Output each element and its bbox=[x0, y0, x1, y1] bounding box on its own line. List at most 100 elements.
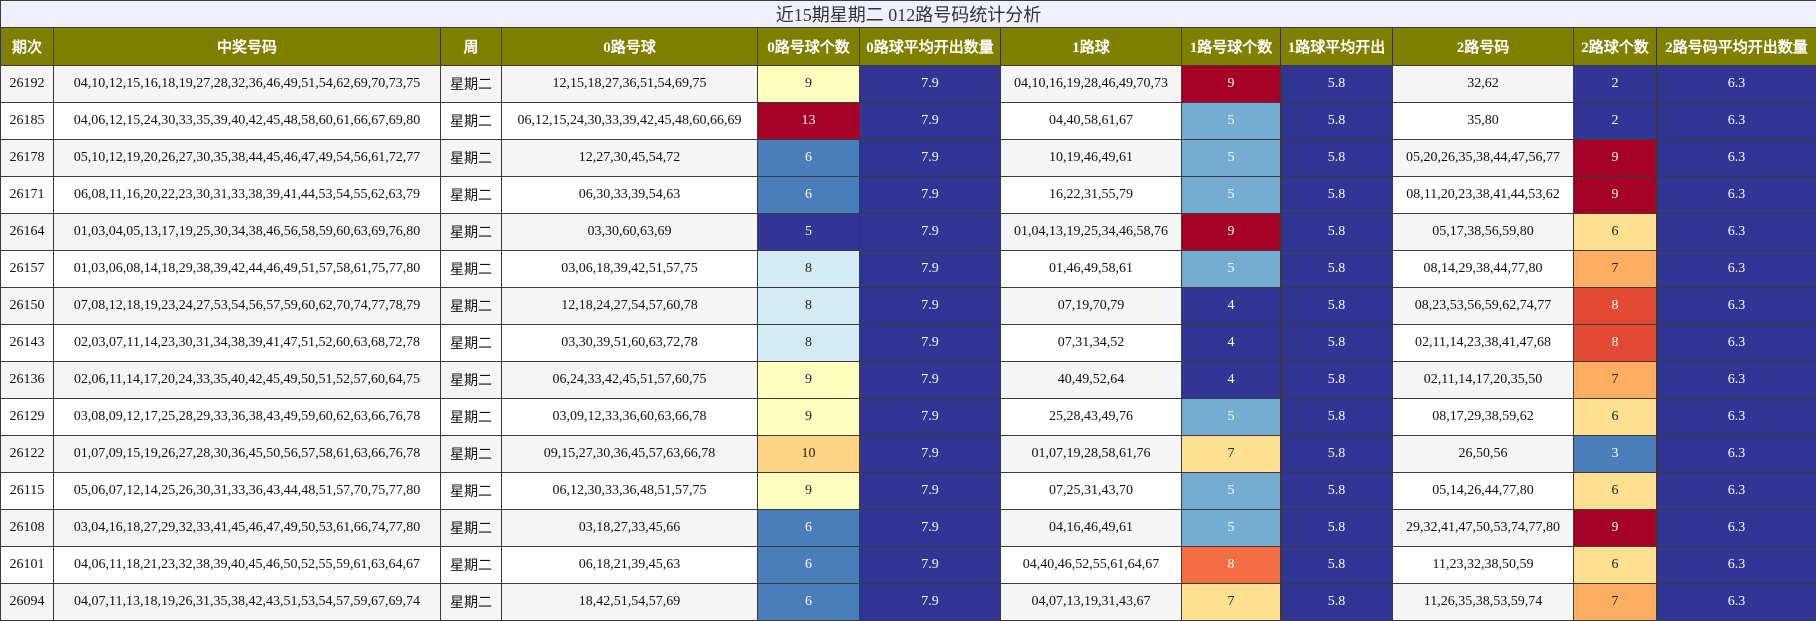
cell-route2-count: 2 bbox=[1573, 102, 1657, 140]
table-row: 26164 01,03,04,05,13,17,19,25,30,34,38,46… bbox=[0, 213, 1816, 251]
cell-route2-balls: 11,23,32,38,50,59 bbox=[1392, 546, 1574, 584]
cell-route1-avg: 5.8 bbox=[1280, 65, 1393, 103]
cell-issue: 26108 bbox=[0, 509, 54, 547]
cell-route2-avg: 6.3 bbox=[1655, 398, 1816, 436]
cell-numbers: 01,07,09,15,19,26,27,28,30,36,45,50,56,5… bbox=[53, 435, 441, 473]
cell-route2-avg: 6.3 bbox=[1655, 176, 1816, 214]
table-wrapper: 近15期星期二 012路号码统计分析 期次 中奖号码 周 0路号球 0路号球个数… bbox=[0, 0, 1816, 621]
cell-issue: 26094 bbox=[0, 583, 54, 621]
table-row: 26101 04,06,11,18,21,23,32,38,39,40,45,46… bbox=[0, 546, 1816, 584]
cell-issue: 26178 bbox=[0, 139, 54, 177]
cell-route2-count: 9 bbox=[1573, 139, 1657, 177]
cell-route2-balls: 02,11,14,23,38,41,47,68 bbox=[1392, 324, 1574, 362]
cell-route0-count: 9 bbox=[757, 472, 860, 510]
cell-numbers: 03,08,09,12,17,25,28,29,33,36,38,43,49,5… bbox=[53, 398, 441, 436]
cell-route2-count: 8 bbox=[1573, 324, 1657, 362]
table-row: 26115 05,06,07,12,14,25,26,30,31,33,36,43… bbox=[0, 472, 1816, 510]
cell-route1-avg: 5.8 bbox=[1280, 509, 1393, 547]
cell-route2-balls: 11,26,35,38,53,59,74 bbox=[1392, 583, 1574, 621]
cell-issue: 26157 bbox=[0, 250, 54, 288]
cell-issue: 26150 bbox=[0, 287, 54, 325]
cell-route1-avg: 5.8 bbox=[1280, 176, 1393, 214]
cell-route2-avg: 6.3 bbox=[1655, 546, 1816, 584]
cell-week: 星期二 bbox=[440, 324, 502, 362]
cell-route1-balls: 07,25,31,43,70 bbox=[1000, 472, 1182, 510]
table-row: 26136 02,06,11,14,17,20,24,33,35,40,42,45… bbox=[0, 361, 1816, 399]
cell-route0-avg: 7.9 bbox=[859, 287, 1001, 325]
header-row: 期次 中奖号码 周 0路号球 0路号球个数 0路球平均开出数量 1路球 1路号球… bbox=[0, 27, 1816, 66]
cell-route1-avg: 5.8 bbox=[1280, 398, 1393, 436]
cell-route0-balls: 06,12,30,33,36,48,51,57,75 bbox=[501, 472, 758, 510]
cell-route0-avg: 7.9 bbox=[859, 102, 1001, 140]
cell-route0-count: 6 bbox=[757, 509, 860, 547]
cell-week: 星期二 bbox=[440, 176, 502, 214]
cell-route2-count: 8 bbox=[1573, 287, 1657, 325]
cell-route1-avg: 5.8 bbox=[1280, 472, 1393, 510]
cell-week: 星期二 bbox=[440, 546, 502, 584]
cell-route0-avg: 7.9 bbox=[859, 546, 1001, 584]
cell-route2-count: 6 bbox=[1573, 472, 1657, 510]
table-row: 26150 07,08,12,18,19,23,24,27,53,54,56,57… bbox=[0, 287, 1816, 325]
header-route2-count: 2路球个数 bbox=[1573, 27, 1657, 66]
cell-route1-avg: 5.8 bbox=[1280, 324, 1393, 362]
table-title: 近15期星期二 012路号码统计分析 bbox=[0, 0, 1816, 28]
cell-numbers: 01,03,04,05,13,17,19,25,30,34,38,46,56,5… bbox=[53, 213, 441, 251]
header-week: 周 bbox=[440, 27, 502, 66]
cell-route2-avg: 6.3 bbox=[1655, 509, 1816, 547]
cell-route1-balls: 40,49,52,64 bbox=[1000, 361, 1182, 399]
cell-route0-count: 5 bbox=[757, 213, 860, 251]
cell-issue: 26129 bbox=[0, 398, 54, 436]
cell-route0-avg: 7.9 bbox=[859, 65, 1001, 103]
cell-route0-count: 13 bbox=[757, 102, 860, 140]
cell-route0-balls: 12,15,18,27,36,51,54,69,75 bbox=[501, 65, 758, 103]
cell-route0-balls: 06,30,33,39,54,63 bbox=[501, 176, 758, 214]
header-numbers: 中奖号码 bbox=[53, 27, 441, 66]
table-row: 26157 01,03,06,08,14,18,29,38,39,42,44,46… bbox=[0, 250, 1816, 288]
cell-week: 星期二 bbox=[440, 509, 502, 547]
cell-numbers: 05,10,12,19,20,26,27,30,35,38,44,45,46,4… bbox=[53, 139, 441, 177]
cell-issue: 26115 bbox=[0, 472, 54, 510]
cell-route1-avg: 5.8 bbox=[1280, 361, 1393, 399]
cell-route1-balls: 16,22,31,55,79 bbox=[1000, 176, 1182, 214]
cell-week: 星期二 bbox=[440, 435, 502, 473]
cell-route2-balls: 26,50,56 bbox=[1392, 435, 1574, 473]
cell-route1-balls: 07,19,70,79 bbox=[1000, 287, 1182, 325]
cell-week: 星期二 bbox=[440, 139, 502, 177]
cell-route0-avg: 7.9 bbox=[859, 176, 1001, 214]
cell-route2-avg: 6.3 bbox=[1655, 139, 1816, 177]
cell-route2-avg: 6.3 bbox=[1655, 250, 1816, 288]
cell-route2-count: 9 bbox=[1573, 509, 1657, 547]
cell-route1-avg: 5.8 bbox=[1280, 139, 1393, 177]
cell-route2-balls: 05,20,26,35,38,44,47,56,77 bbox=[1392, 139, 1574, 177]
cell-route1-balls: 01,46,49,58,61 bbox=[1000, 250, 1182, 288]
table-row: 26143 02,03,07,11,14,23,30,31,34,38,39,41… bbox=[0, 324, 1816, 362]
table-row: 26094 04,07,11,13,18,19,26,31,35,38,42,43… bbox=[0, 583, 1816, 621]
cell-route2-balls: 35,80 bbox=[1392, 102, 1574, 140]
cell-route0-count: 10 bbox=[757, 435, 860, 473]
cell-route0-count: 9 bbox=[757, 65, 860, 103]
cell-numbers: 03,04,16,18,27,29,32,33,41,45,46,47,49,5… bbox=[53, 509, 441, 547]
cell-route0-balls: 03,18,27,33,45,66 bbox=[501, 509, 758, 547]
cell-route2-balls: 08,14,29,38,44,77,80 bbox=[1392, 250, 1574, 288]
cell-route2-count: 3 bbox=[1573, 435, 1657, 473]
cell-route2-count: 6 bbox=[1573, 213, 1657, 251]
header-route0-count: 0路号球个数 bbox=[757, 27, 860, 66]
cell-route2-avg: 6.3 bbox=[1655, 435, 1816, 473]
cell-route0-count: 8 bbox=[757, 287, 860, 325]
cell-route0-count: 6 bbox=[757, 176, 860, 214]
cell-route1-avg: 5.8 bbox=[1280, 102, 1393, 140]
table-row: 26178 05,10,12,19,20,26,27,30,35,38,44,45… bbox=[0, 139, 1816, 177]
table-row: 26122 01,07,09,15,19,26,27,28,30,36,45,50… bbox=[0, 435, 1816, 473]
cell-route2-balls: 08,11,20,23,38,41,44,53,62 bbox=[1392, 176, 1574, 214]
header-issue: 期次 bbox=[0, 27, 54, 66]
cell-issue: 26171 bbox=[0, 176, 54, 214]
cell-week: 星期二 bbox=[440, 583, 502, 621]
cell-week: 星期二 bbox=[440, 102, 502, 140]
cell-numbers: 04,06,12,15,24,30,33,35,39,40,42,45,48,5… bbox=[53, 102, 441, 140]
cell-route1-count: 9 bbox=[1181, 213, 1281, 251]
cell-route0-count: 6 bbox=[757, 583, 860, 621]
cell-route0-balls: 18,42,51,54,57,69 bbox=[501, 583, 758, 621]
cell-route2-count: 7 bbox=[1573, 250, 1657, 288]
cell-route0-count: 6 bbox=[757, 139, 860, 177]
cell-route2-avg: 6.3 bbox=[1655, 65, 1816, 103]
